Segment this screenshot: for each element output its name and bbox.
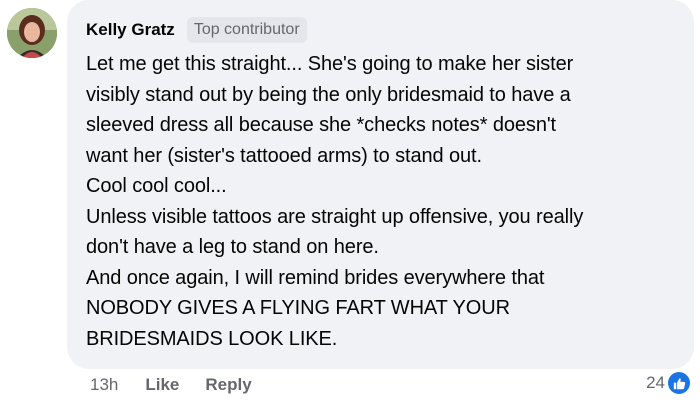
like-button[interactable]: Like [145, 375, 179, 395]
comment-line: NOBODY GIVES A FLYING FART WHAT YOUR [86, 297, 510, 319]
comment-line: BRIDESMAIDS LOOK LIKE. [86, 327, 338, 350]
comment-line: And once again, I will remind brides eve… [86, 266, 545, 289]
comment-line: Cool cool cool... [86, 175, 227, 197]
avatar-photo [7, 8, 57, 58]
reaction-summary[interactable]: 24 [646, 372, 690, 394]
comment-line: sleeved dress all because she *checks no… [86, 114, 557, 136]
comment-line: visibly stand out by being the only brid… [86, 83, 571, 106]
comment-line: want her (sister's tattooed arms) to sta… [86, 144, 482, 167]
comment-line: Unless visible tattoos are straight up o… [86, 205, 584, 228]
top-contributor-badge[interactable]: Top contributor [186, 17, 307, 43]
comment: Kelly Gratz Top contributor Let me get t… [0, 0, 700, 406]
comment-bubble: Kelly Gratz Top contributor Let me get t… [67, 0, 694, 369]
reaction-count: 24 [646, 373, 665, 392]
avatar[interactable] [7, 8, 57, 58]
timestamp[interactable]: 13h [90, 375, 118, 395]
comment-text: Let me get this straight... She's going … [86, 49, 672, 354]
comment-line: don't have a leg to stand on here. [86, 236, 379, 258]
comment-header: Kelly Gratz Top contributor [86, 14, 672, 46]
author-name[interactable]: Kelly Gratz [86, 20, 175, 40]
comment-line: Let me get this straight... She's going … [86, 53, 574, 75]
comment-actions: 13h Like Reply [90, 375, 278, 395]
reply-button[interactable]: Reply [205, 375, 251, 395]
thumbs-up-icon [668, 372, 690, 394]
